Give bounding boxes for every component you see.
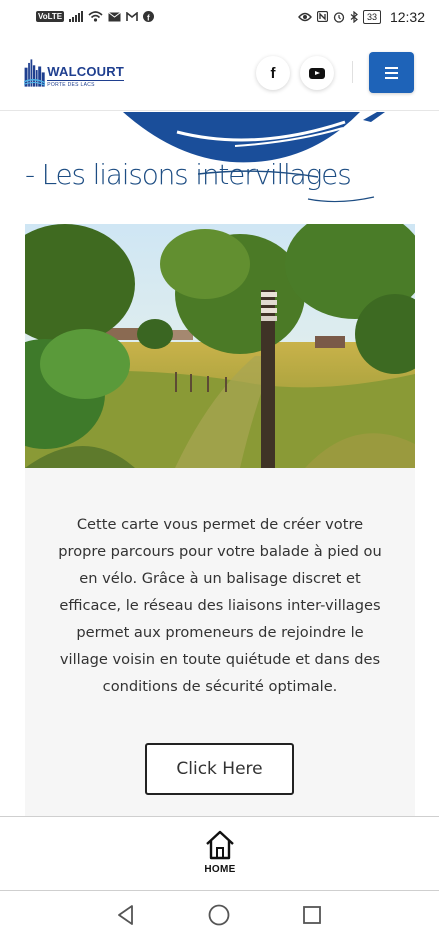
click-here-button[interactable]: Click Here [145,743,294,795]
decorative-swoosh [123,112,385,163]
battery-icon: 33 [362,9,381,24]
nfc-icon [316,11,328,22]
walcourt-logo[interactable]: WALCOURT PORTE DES LACS [24,48,124,96]
home-label: HOME [204,864,236,875]
svg-text:f: f [147,14,150,23]
walcourt-logo-icon [24,59,46,87]
alarm-icon [333,11,345,23]
message-icon [108,11,121,21]
youtube-link[interactable] [300,56,334,90]
volte-icon: VoLTE [36,11,65,22]
android-navigation-bar [0,891,439,940]
home-icon [206,830,234,860]
gmail-icon [126,11,138,21]
site-header: WALCOURT PORTE DES LACS f [0,33,439,111]
title-decoration [198,170,375,203]
status-bar-right: 33 12:32 [298,9,425,25]
status-bar: VoLTE f 33 12:32 [0,0,439,33]
facebook-icon: f [270,64,276,82]
trail-photo [25,224,415,468]
home-tab[interactable]: HOME [195,829,245,885]
facebook-icon: f [143,11,155,23]
logo-tagline: PORTE DES LACS [47,80,124,88]
wifi-icon [88,11,103,22]
home-circle-icon[interactable] [207,903,231,927]
card-description: Cette carte vous permet de créer votre p… [58,516,382,695]
bluetooth-icon [350,10,358,23]
header-divider [352,61,353,83]
facebook-link[interactable]: f [256,56,290,90]
eye-icon [298,12,312,21]
back-icon[interactable] [114,903,138,927]
menu-button[interactable] [369,52,414,93]
youtube-icon [309,67,325,79]
signal-icon [69,11,84,22]
hamburger-menu-icon [385,66,398,69]
logo-name: WALCOURT [47,64,124,79]
logo-text: WALCOURT PORTE DES LACS [47,65,124,96]
main-content[interactable]: - Les liaisons intervillages Cette carte… [0,112,439,816]
signpost-photo-image [25,224,415,468]
info-card: Cette carte vous permet de créer votre p… [25,468,415,816]
recents-icon[interactable] [300,903,324,927]
bottom-navigation: HOME [0,816,439,891]
clock: 12:32 [389,8,425,25]
status-bar-left: VoLTE f [36,11,155,23]
